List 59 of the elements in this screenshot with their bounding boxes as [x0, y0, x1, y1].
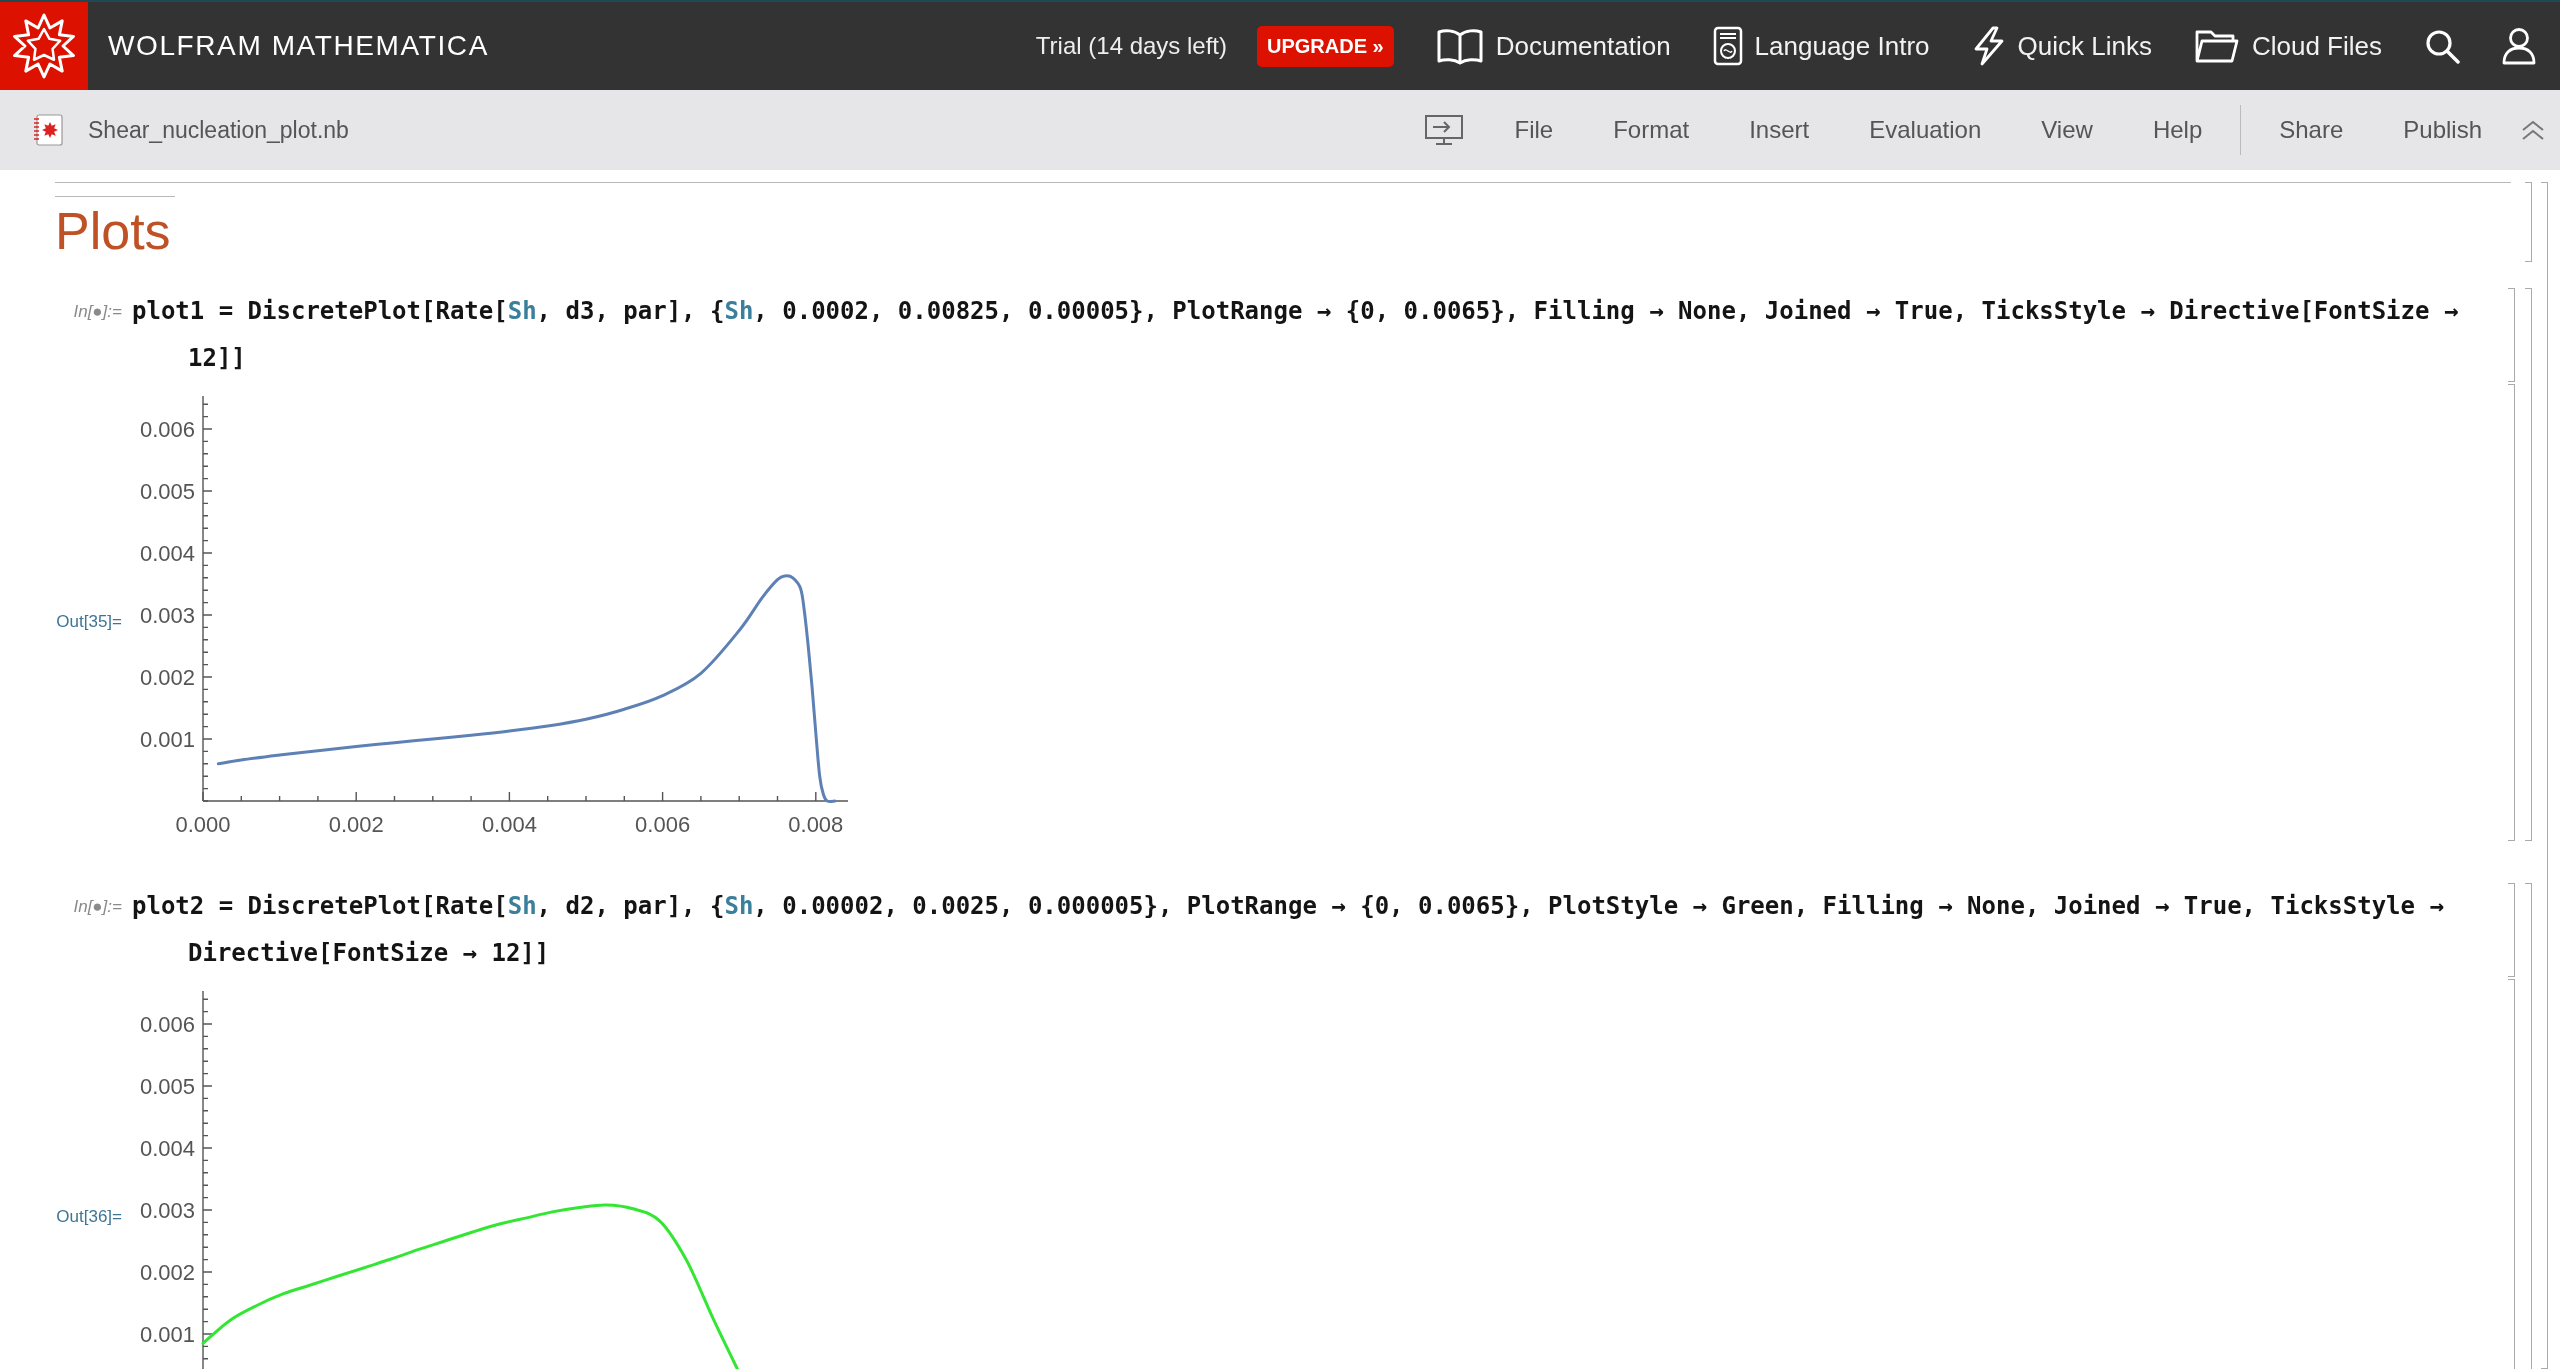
output-label: Out[36]= — [56, 1207, 122, 1227]
nav-link[interactable]: Quick Links — [1971, 26, 2152, 66]
double-chevron-icon[interactable] — [2520, 119, 2546, 141]
tick-label: 0.005 — [139, 479, 195, 504]
upgrade-button[interactable]: UPGRADE » — [1257, 25, 1394, 67]
tick-label: 0.004 — [139, 541, 195, 566]
group-bracket[interactable] — [2525, 288, 2532, 841]
search-icon[interactable] — [2424, 28, 2460, 64]
code-line: plot1 = DiscretePlot[Rate[Sh, d3, par], {Sh, 0.0002, 0.00825, 0.00005}, PlotRange → {0, 0.0065}, Filling → None, Joined → True, TicksStyle → Directive[FontSize → — [132, 297, 2459, 325]
tick-label: 0.004 — [481, 812, 537, 837]
section-title: Plots — [55, 205, 171, 257]
menu-item[interactable]: View — [2011, 108, 2123, 152]
tick-label: 0.002 — [139, 665, 195, 690]
cell-bracket[interactable] — [2508, 384, 2515, 841]
trial-notice: Trial (14 days left) — [1035, 32, 1227, 60]
section-bracket[interactable] — [2541, 182, 2548, 1369]
menu-item[interactable]: Help — [2122, 108, 2233, 152]
menu-item[interactable]: Insert — [1719, 108, 1840, 152]
cell-bracket[interactable] — [2525, 182, 2532, 262]
tick-label: 0.005 — [139, 1074, 195, 1099]
cell-bracket[interactable] — [2508, 883, 2515, 977]
input-label: In[●]:= — [73, 897, 122, 916]
menu-item[interactable]: Format — [1583, 108, 1720, 152]
toolbar-button[interactable]: Publish — [2373, 108, 2512, 152]
menu-item[interactable]: Evaluation — [1839, 108, 2012, 152]
notebook-icon — [33, 114, 63, 146]
tick-label: 0.001 — [139, 1322, 195, 1347]
user-icon[interactable] — [2502, 27, 2536, 65]
notebook-filename: Shear_nucleation_plot.nb — [88, 116, 349, 144]
code-line: plot2 = DiscretePlot[Rate[Sh, d2, par], {Sh, 0.00002, 0.0025, 0.000005}, PlotRange → {0, 0.0065}, PlotStyle → Green, Filling → None, Joined → True, TicksStyle → — [132, 892, 2444, 920]
document-icon — [1712, 26, 1743, 66]
code-line: Directive[FontSize → 12]] — [188, 939, 550, 967]
folder-icon — [2193, 28, 2240, 64]
toolbar-button[interactable]: Share — [2249, 108, 2374, 152]
logo-icon[interactable] — [0, 2, 88, 90]
tick-label: 0.002 — [139, 1260, 195, 1285]
tick-label: 0.004 — [139, 1136, 195, 1161]
monitor-arrow-icon[interactable] — [1424, 113, 1465, 147]
group-bracket[interactable] — [2525, 883, 2532, 1369]
tick-label: 0.008 — [788, 812, 844, 837]
output-label: Out[35]= — [56, 612, 122, 632]
tick-label: 0.000 — [175, 812, 231, 837]
menu-item[interactable]: File — [1484, 108, 1584, 152]
tick-label: 0.006 — [139, 417, 195, 442]
book-icon — [1435, 27, 1484, 65]
tick-label: 0.006 — [139, 1012, 195, 1037]
tick-label: 0.001 — [139, 727, 195, 752]
nav-link[interactable]: Language Intro — [1712, 26, 1930, 66]
tick-label: 0.002 — [328, 812, 384, 837]
tick-label: 0.003 — [139, 603, 195, 628]
tick-label: 0.006 — [635, 812, 691, 837]
nav-link[interactable]: Documentation — [1435, 27, 1671, 65]
cell-bracket[interactable] — [2508, 288, 2515, 382]
nav-link[interactable]: Cloud Files — [2193, 28, 2382, 64]
code-line: 12]] — [188, 344, 246, 372]
cell-bracket[interactable] — [2508, 979, 2515, 1369]
input-label: In[●]:= — [73, 302, 122, 321]
tick-label: 0.003 — [139, 1198, 195, 1223]
app-title: WOLFRAM MATHEMATICA — [108, 30, 489, 62]
